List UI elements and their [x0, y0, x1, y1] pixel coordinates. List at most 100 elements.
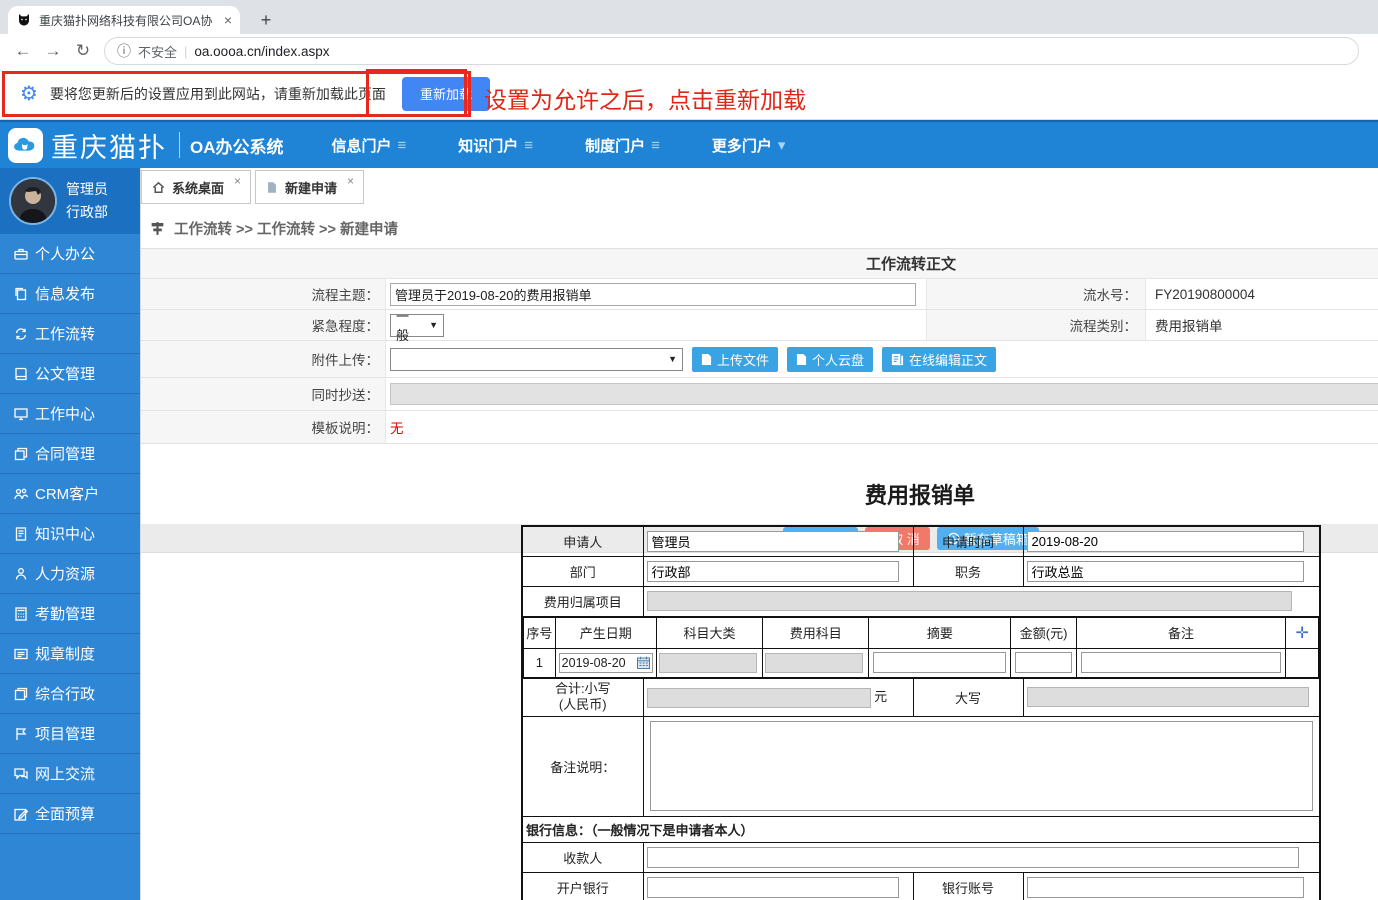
apply-time-label: 申请时间 [912, 525, 1024, 557]
category-label: 流程类别： [926, 310, 1146, 340]
notification-message: 要将您更新后的设置应用到此网站，请重新加载此页面 [49, 85, 386, 102]
attachment-select[interactable]: ▼ [390, 347, 683, 371]
file-icon [701, 353, 712, 365]
sidebar-item-rules[interactable]: 规章制度 [0, 634, 140, 674]
payee-input[interactable] [646, 846, 1299, 868]
account-label: 银行账号 [912, 871, 1024, 900]
project-label: 费用归属项目 [521, 585, 644, 617]
item-subject-disabled [765, 652, 864, 673]
menu-knowledge-portal[interactable]: 知识门户 ≡ [458, 135, 533, 156]
applicant-input[interactable] [646, 530, 899, 552]
sidebar-item-work-center[interactable]: 工作中心 [0, 394, 140, 434]
department-input[interactable] [646, 560, 899, 582]
sidebar-item-projects[interactable]: 项目管理 [0, 714, 140, 754]
browser-tab[interactable]: 重庆猫扑网络科技有限公司OA协 × [8, 6, 240, 34]
sidebar-item-workflow[interactable]: 工作流转 [0, 314, 140, 354]
sidebar-item-contracts[interactable]: 合同管理 [0, 434, 140, 474]
topic-row: 流程主题： 流水号： FY20190800004 [141, 279, 1378, 310]
department-label: 部门 [521, 555, 644, 587]
sidebar-item-crm[interactable]: CRM客户 [0, 474, 140, 514]
item-row: 1 2019-08-20 [523, 647, 1319, 678]
expense-form-table: 申请人 申请时间 部门 职务 费用归属项目 [521, 525, 1321, 900]
url-omnibox[interactable]: ⓘ 不安全 | oa.oooa.cn/index.aspx [104, 37, 1359, 65]
item-summary-input[interactable] [873, 652, 1007, 673]
tab-new-application[interactable]: 新建申请 × [255, 170, 365, 204]
sidebar-item-online-chat[interactable]: 网上交流 [0, 754, 140, 794]
account-input[interactable] [1026, 876, 1305, 898]
sidebar-item-info-publish[interactable]: 信息发布 [0, 274, 140, 314]
calculator-icon [11, 606, 31, 622]
pages-icon [11, 286, 31, 302]
tab-close-icon[interactable]: × [347, 174, 354, 188]
total-uppercase-disabled [1026, 687, 1309, 707]
browser-tab-strip: 重庆猫扑网络科技有限公司OA协 × + [0, 0, 1378, 34]
home-icon [152, 181, 165, 193]
remark-row: 备注说明： [521, 715, 1321, 817]
topic-input[interactable] [390, 282, 916, 306]
sidebar-item-budget[interactable]: 全面预算 [0, 794, 140, 834]
item-amount-input[interactable] [1014, 652, 1073, 673]
remark-textarea[interactable] [649, 721, 1313, 811]
col-date: 产生日期 [554, 616, 657, 649]
browser-address-bar: ← → ↻ ⓘ 不安全 | oa.oooa.cn/index.aspx [0, 34, 1378, 68]
tab-close-icon[interactable]: × [224, 12, 232, 28]
row-index: 1 [523, 647, 556, 678]
user-profile[interactable]: 管理员 行政部 [0, 168, 140, 234]
security-label: 不安全 [138, 44, 178, 60]
upload-file-button[interactable]: 上传文件 [692, 346, 779, 372]
new-tab-button[interactable]: + [252, 6, 280, 34]
attachment-row: 附件上传： ▼ 上传文件 个人云盘 在线编辑正文 [141, 341, 1378, 378]
book-icon [11, 366, 31, 382]
template-label: 模板说明： [141, 411, 386, 443]
reload-icon[interactable]: ↻ [68, 41, 98, 61]
total-lowercase-disabled [646, 687, 871, 708]
calendar-icon[interactable] [636, 656, 650, 669]
user-name: 管理员 [66, 181, 108, 197]
menu-policy-portal[interactable]: 制度门户 ≡ [585, 135, 660, 156]
tab-close-icon[interactable]: × [234, 174, 241, 188]
back-icon[interactable]: ← [8, 41, 38, 61]
table-row: 部门 职务 [521, 555, 1321, 587]
tab-system-desktop[interactable]: 系统桌面 × [141, 170, 252, 204]
position-input[interactable] [1026, 560, 1305, 582]
forward-icon[interactable]: → [38, 41, 68, 61]
personal-cloud-button[interactable]: 个人云盘 [787, 346, 874, 372]
sidebar-item-official-docs[interactable]: 公文管理 [0, 354, 140, 394]
workflow-form: 工作流转正文 流程主题： 流水号： FY20190800004 紧急程度： 一般… [141, 248, 1378, 444]
urgency-select[interactable]: 一般 ▼ [390, 309, 444, 343]
add-row-icon[interactable]: ✛ [1295, 625, 1308, 642]
online-edit-button[interactable]: 在线编辑正文 [882, 346, 997, 372]
page-url: oa.oooa.cn/index.aspx [194, 43, 330, 59]
flag-icon [11, 726, 31, 742]
sidebar-item-hr[interactable]: 人力资源 [0, 554, 140, 594]
sidebar-item-attendance[interactable]: 考勤管理 [0, 594, 140, 634]
reload-page-button[interactable]: 重新加载 [401, 76, 490, 111]
expense-items-row: 序号 产生日期 科目大类 费用科目 摘要 金额(元) 备注 ✛ 1 2019-0… [521, 615, 1321, 679]
user-department: 行政部 [66, 204, 108, 220]
sidebar-item-admin[interactable]: 综合行政 [0, 674, 140, 714]
expense-items-table: 序号 产生日期 科目大类 费用科目 摘要 金额(元) 备注 ✛ 1 2019-0… [523, 616, 1319, 678]
apply-time-input[interactable] [1026, 530, 1305, 552]
item-date-input[interactable]: 2019-08-20 [558, 652, 653, 673]
omnibox-divider: | [184, 43, 188, 59]
sidebar-item-personal-office[interactable]: 个人办公 [0, 234, 140, 274]
main-content: 系统桌面 × 新建申请 × 工作流转 >> 工作流转 >> 新建申请 工作流转正… [140, 168, 1378, 900]
signpost-icon [151, 221, 164, 235]
template-row: 模板说明： 无 [141, 411, 1378, 444]
site-favicon-cat-icon [19, 14, 29, 26]
brand-divider [179, 132, 180, 158]
info-icon[interactable]: ⓘ [117, 41, 131, 61]
expense-form-title: 费用报销单 [864, 483, 975, 508]
urgency-row: 紧急程度： 一般 ▼ 流程类别： 费用报销单 [141, 309, 1378, 343]
sidebar-item-knowledge[interactable]: 知识中心 [0, 514, 140, 554]
menu-info-portal[interactable]: 信息门户 ≡ [332, 135, 407, 156]
item-remark-input[interactable] [1080, 652, 1282, 673]
bank-input[interactable] [646, 876, 899, 898]
bank-section-label: 银行信息：（一般情况下是申请者本人） [521, 815, 1321, 843]
table-row: 费用归属项目 [521, 585, 1321, 617]
menu-more-portal[interactable]: 更多门户 ▾ [712, 135, 786, 156]
monitor-icon [11, 406, 31, 422]
bank-row: 开户银行 银行账号 [521, 871, 1321, 900]
sidebar-nav: 个人办公 信息发布 工作流转 公文管理 工作中心 合同管理 CRM客户 知识中心… [0, 234, 140, 834]
browser-tab-title: 重庆猫扑网络科技有限公司OA协 [39, 13, 213, 28]
